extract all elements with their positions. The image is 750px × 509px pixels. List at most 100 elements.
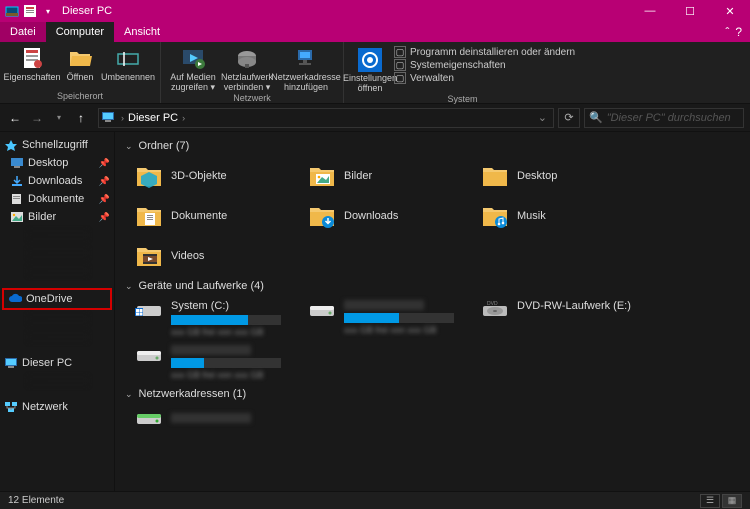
folder-icon <box>135 204 163 228</box>
search-placeholder: "Dieser PC" durchsuchen <box>607 112 731 124</box>
window-title: Dieser PC <box>62 5 630 17</box>
ribbon-auf-medien[interactable]: Auf Medien zugreifen ▾ <box>167 44 219 93</box>
pin-icon: 📌 <box>99 194 110 205</box>
drive-item[interactable]: DVD DVD-RW-Laufwerk (E:) <box>481 296 654 341</box>
qat-dropdown-icon[interactable]: ▾ <box>40 3 56 19</box>
ribbon-group-system-label: System <box>350 94 575 106</box>
sidebar-dokumente[interactable]: Dokumente📌 <box>0 190 114 208</box>
drive-item[interactable]: xxx GB frei von xxx GB <box>135 341 308 384</box>
ribbon-collapse-icon[interactable]: ˆ <box>725 25 729 39</box>
folder-item[interactable]: Desktop <box>481 156 654 196</box>
breadcrumb[interactable]: Dieser PC <box>128 112 178 124</box>
ribbon-group-netzwerk-label: Netzwerk <box>167 93 337 105</box>
maximize-button[interactable]: ☐ <box>670 0 710 22</box>
folder-label: Dokumente <box>171 210 227 222</box>
ribbon-netzwerkadresse[interactable]: Netzwerkadresse hinzufügen <box>275 44 337 93</box>
qat-explorer-icon[interactable] <box>4 3 20 19</box>
folder-label: Desktop <box>517 170 557 182</box>
sidebar-item-redacted[interactable]: xxxx <box>0 328 114 346</box>
sidebar-downloads[interactable]: Downloads📌 <box>0 172 114 190</box>
ribbon-einstellungen[interactable]: Einstellungen öffnen <box>350 44 390 94</box>
ribbon-link-syseig[interactable]: ▢Systemeigenschaften <box>394 59 575 71</box>
ribbon-netzlaufwerk[interactable]: Netzlaufwerk verbinden ▾ <box>221 44 273 93</box>
folder-label: Bilder <box>344 170 372 182</box>
sidebar-item-redacted[interactable]: xxxx <box>0 310 114 328</box>
network-location-item[interactable] <box>115 404 288 432</box>
breadcrumb-chevron-icon[interactable]: › <box>182 113 185 123</box>
section-drives-header[interactable]: ⌄ Geräte und Laufwerke (4) <box>115 276 750 296</box>
section-network-header[interactable]: ⌄ Netzwerkadressen (1) <box>115 384 750 404</box>
sidebar-this-pc[interactable]: Dieser PC <box>0 354 114 372</box>
folder-icon <box>481 164 509 188</box>
ribbon-oeffnen[interactable]: Öffnen <box>60 44 100 83</box>
tab-view[interactable]: Ansicht <box>114 22 170 42</box>
address-dropdown-icon[interactable]: ⌄ <box>532 111 553 124</box>
nav-forward[interactable]: → <box>28 109 46 127</box>
folder-icon <box>135 244 163 268</box>
ribbon: Eigenschaften Öffnen Umbenennen Speicher… <box>0 42 750 104</box>
ribbon-link-uninstall[interactable]: ▢Programm deinstallieren oder ändern <box>394 46 575 58</box>
pin-icon: 📌 <box>99 176 110 187</box>
sidebar-network[interactable]: Netzwerk <box>0 398 114 416</box>
chevron-down-icon: ⌄ <box>125 389 133 400</box>
pin-icon: 📌 <box>99 158 110 169</box>
address-bar[interactable]: › Dieser PC › ⌄ <box>98 108 554 128</box>
pin-icon: 📌 <box>99 212 110 223</box>
folder-item[interactable]: 3D-Objekte <box>135 156 308 196</box>
folder-icon <box>135 164 163 188</box>
view-tiles-button[interactable]: ▦ <box>722 494 742 508</box>
drive-label: DVD-RW-Laufwerk (E:) <box>517 300 654 312</box>
tab-computer[interactable]: Computer <box>46 22 114 42</box>
folder-icon <box>481 204 509 228</box>
title-bar: ▾ Dieser PC — ☐ ✕ <box>0 0 750 22</box>
folder-item[interactable]: Videos <box>135 236 308 276</box>
status-bar: 12 Elemente ☰ ▦ <box>0 491 750 509</box>
sidebar-onedrive[interactable]: OneDrive <box>4 290 110 308</box>
nav-recent-dropdown[interactable]: ▾ <box>50 109 68 127</box>
nav-back[interactable]: ← <box>6 109 24 127</box>
nav-up[interactable]: ↑ <box>72 109 90 127</box>
folder-item[interactable]: Musik <box>481 196 654 236</box>
sidebar-desktop[interactable]: Desktop📌 <box>0 154 114 172</box>
nav-bar: ← → ▾ ↑ › Dieser PC › ⌄ ⟳ 🔍 "Dieser PC" … <box>0 104 750 132</box>
drive-label: System (C:) <box>171 300 308 312</box>
help-icon[interactable]: ? <box>735 25 742 39</box>
close-button[interactable]: ✕ <box>710 0 750 22</box>
sidebar-item-redacted[interactable]: xxxx <box>0 226 114 244</box>
tab-file[interactable]: Datei <box>0 22 46 42</box>
chevron-down-icon: ⌄ <box>125 281 133 292</box>
folder-label: Downloads <box>344 210 398 222</box>
section-folders-header[interactable]: ⌄ Ordner (7) <box>115 136 750 156</box>
drive-icon <box>308 300 336 320</box>
qat-properties-icon[interactable] <box>22 3 38 19</box>
sidebar-item-redacted[interactable]: xxxx <box>0 244 114 262</box>
ribbon-umbenennen[interactable]: Umbenennen <box>102 44 154 83</box>
drive-icon <box>135 300 163 320</box>
chevron-down-icon: ⌄ <box>125 141 133 152</box>
folder-item[interactable]: Bilder <box>308 156 481 196</box>
sidebar-item-redacted[interactable]: xxxx <box>0 262 114 280</box>
folder-label: 3D-Objekte <box>171 170 227 182</box>
content-pane: ⌄ Ordner (7) 3D-Objekte Bilder Desktop Doku… <box>115 132 750 491</box>
ribbon-tabs: Datei Computer Ansicht ˆ ? <box>0 22 750 42</box>
drive-icon <box>135 345 163 365</box>
refresh-button[interactable]: ⟳ <box>558 108 580 128</box>
breadcrumb-chevron-icon[interactable]: › <box>121 113 124 123</box>
drive-item[interactable]: xxx GB frei von xxx GB <box>308 296 481 341</box>
minimize-button[interactable]: — <box>630 0 670 22</box>
folder-icon <box>308 204 336 228</box>
drive-icon: DVD <box>481 300 509 320</box>
folder-item[interactable]: Downloads <box>308 196 481 236</box>
view-details-button[interactable]: ☰ <box>700 494 720 508</box>
ribbon-eigenschaften[interactable]: Eigenschaften <box>6 44 58 83</box>
ribbon-link-verwalten[interactable]: ▢Verwalten <box>394 72 575 84</box>
sidebar-quick-access[interactable]: Schnellzugriff <box>0 136 114 154</box>
sidebar-bilder[interactable]: Bilder📌 <box>0 208 114 226</box>
search-input[interactable]: 🔍 "Dieser PC" durchsuchen <box>584 108 744 128</box>
svg-text:DVD: DVD <box>487 301 498 307</box>
navigation-sidebar: Schnellzugriff Desktop📌 Downloads📌 Dokum… <box>0 132 115 491</box>
folder-item[interactable]: Dokumente <box>135 196 308 236</box>
ribbon-group-speicherort-label: Speicherort <box>6 91 154 103</box>
drive-item[interactable]: System (C:)xxx GB frei von xxx GB <box>135 296 308 341</box>
sidebar-item-redacted[interactable]: xxxx <box>0 372 114 390</box>
